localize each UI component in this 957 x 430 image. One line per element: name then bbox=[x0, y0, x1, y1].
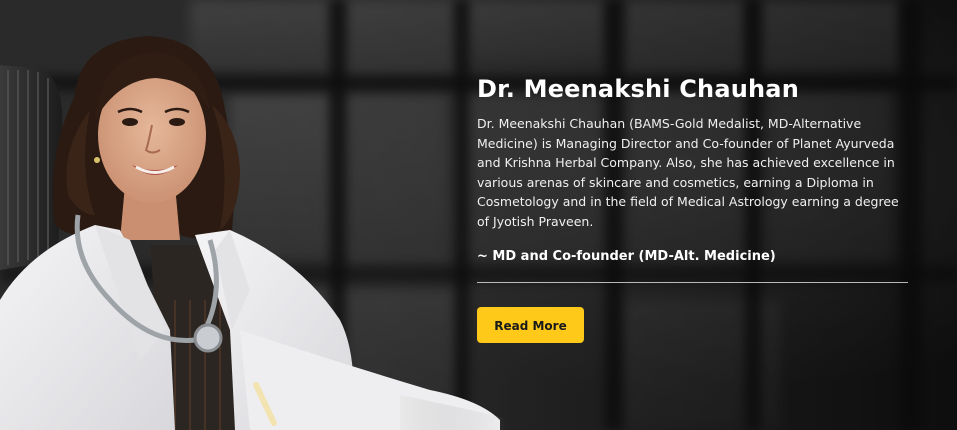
doctor-name: Dr. Meenakshi Chauhan bbox=[477, 75, 799, 103]
doctor-bio: Dr. Meenakshi Chauhan (BAMS-Gold Medalis… bbox=[477, 116, 899, 229]
read-more-button[interactable]: Read More bbox=[477, 307, 584, 343]
doctor-portrait bbox=[0, 36, 505, 430]
doctor-role: ~ MD and Co-founder (MD-Alt. Medicine) bbox=[477, 249, 776, 264]
divider bbox=[477, 282, 908, 283]
profile-content: Dr. Meenakshi Chauhan Dr. Meenakshi Chau… bbox=[477, 72, 909, 343]
doctor-profile-banner: Dr. Meenakshi Chauhan Dr. Meenakshi Chau… bbox=[0, 0, 957, 430]
